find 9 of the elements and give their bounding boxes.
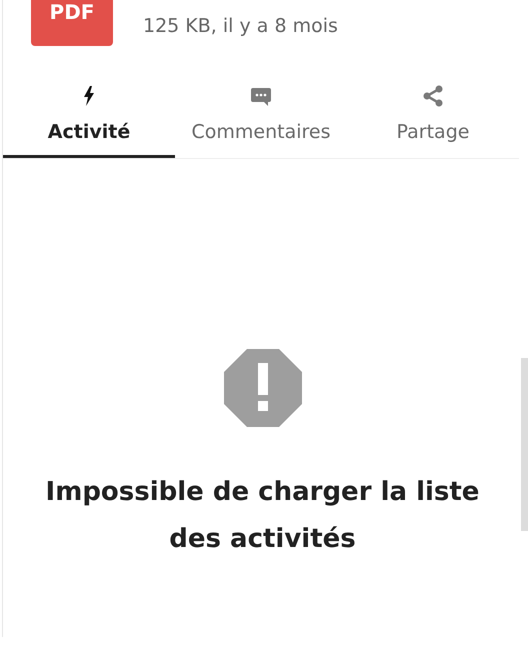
share-icon — [421, 84, 445, 108]
scrollbar[interactable] — [521, 358, 528, 531]
pdf-file-icon: PDF — [31, 0, 113, 46]
tab[interactable]: Partage — [347, 84, 519, 158]
tab[interactable]: Activité — [3, 84, 175, 158]
tab[interactable]: Commentaires — [175, 84, 347, 158]
error-message: Impossible de charger la liste des activités — [44, 476, 480, 556]
file-meta: 125 KB, il y a 8 mois — [143, 14, 338, 38]
warning-icon — [224, 348, 302, 426]
